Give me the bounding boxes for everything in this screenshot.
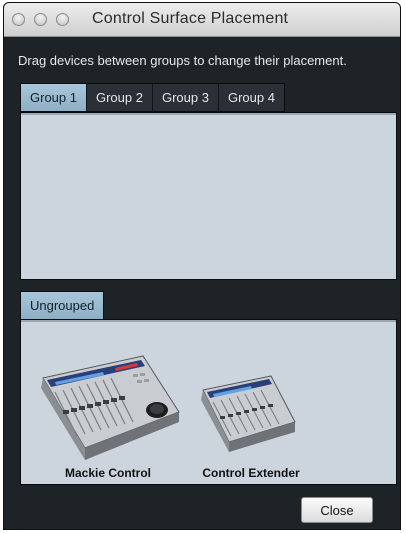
group-drop-area[interactable] [20,112,397,280]
group-tabs: Group 1 Group 2 Group 3 Group 4 [20,83,285,112]
zoom-window-icon[interactable] [56,13,69,26]
device-label: Mackie Control [64,466,151,480]
title-bar[interactable]: Control Surface Placement [4,3,400,37]
tab-ungrouped[interactable]: Ungrouped [21,292,104,319]
close-button[interactable]: Close [301,497,373,523]
device-label: Control Extender [202,466,300,480]
ungrouped-tab-bar: Ungrouped [20,291,105,320]
instruction-text: Drag devices between groups to change th… [18,53,347,68]
device-mackie-control[interactable]: Mackie Control [33,350,183,480]
tab-group-1[interactable]: Group 1 [21,84,86,111]
close-window-icon[interactable] [12,13,25,26]
tab-group-2[interactable]: Group 2 [86,84,152,111]
ungrouped-drop-area[interactable]: Mackie Control Control Extender [20,319,397,485]
mackie-control-icon [41,355,180,460]
window-title: Control Surface Placement [92,10,289,27]
minimize-window-icon[interactable] [34,13,47,26]
tab-group-4[interactable]: Group 4 [218,84,284,111]
device-control-extender[interactable]: Control Extender [191,350,311,480]
control-surface-placement-window: Control Surface Placement Drag devices b… [4,3,400,529]
control-extender-icon [201,375,296,452]
tab-group-3[interactable]: Group 3 [152,84,218,111]
